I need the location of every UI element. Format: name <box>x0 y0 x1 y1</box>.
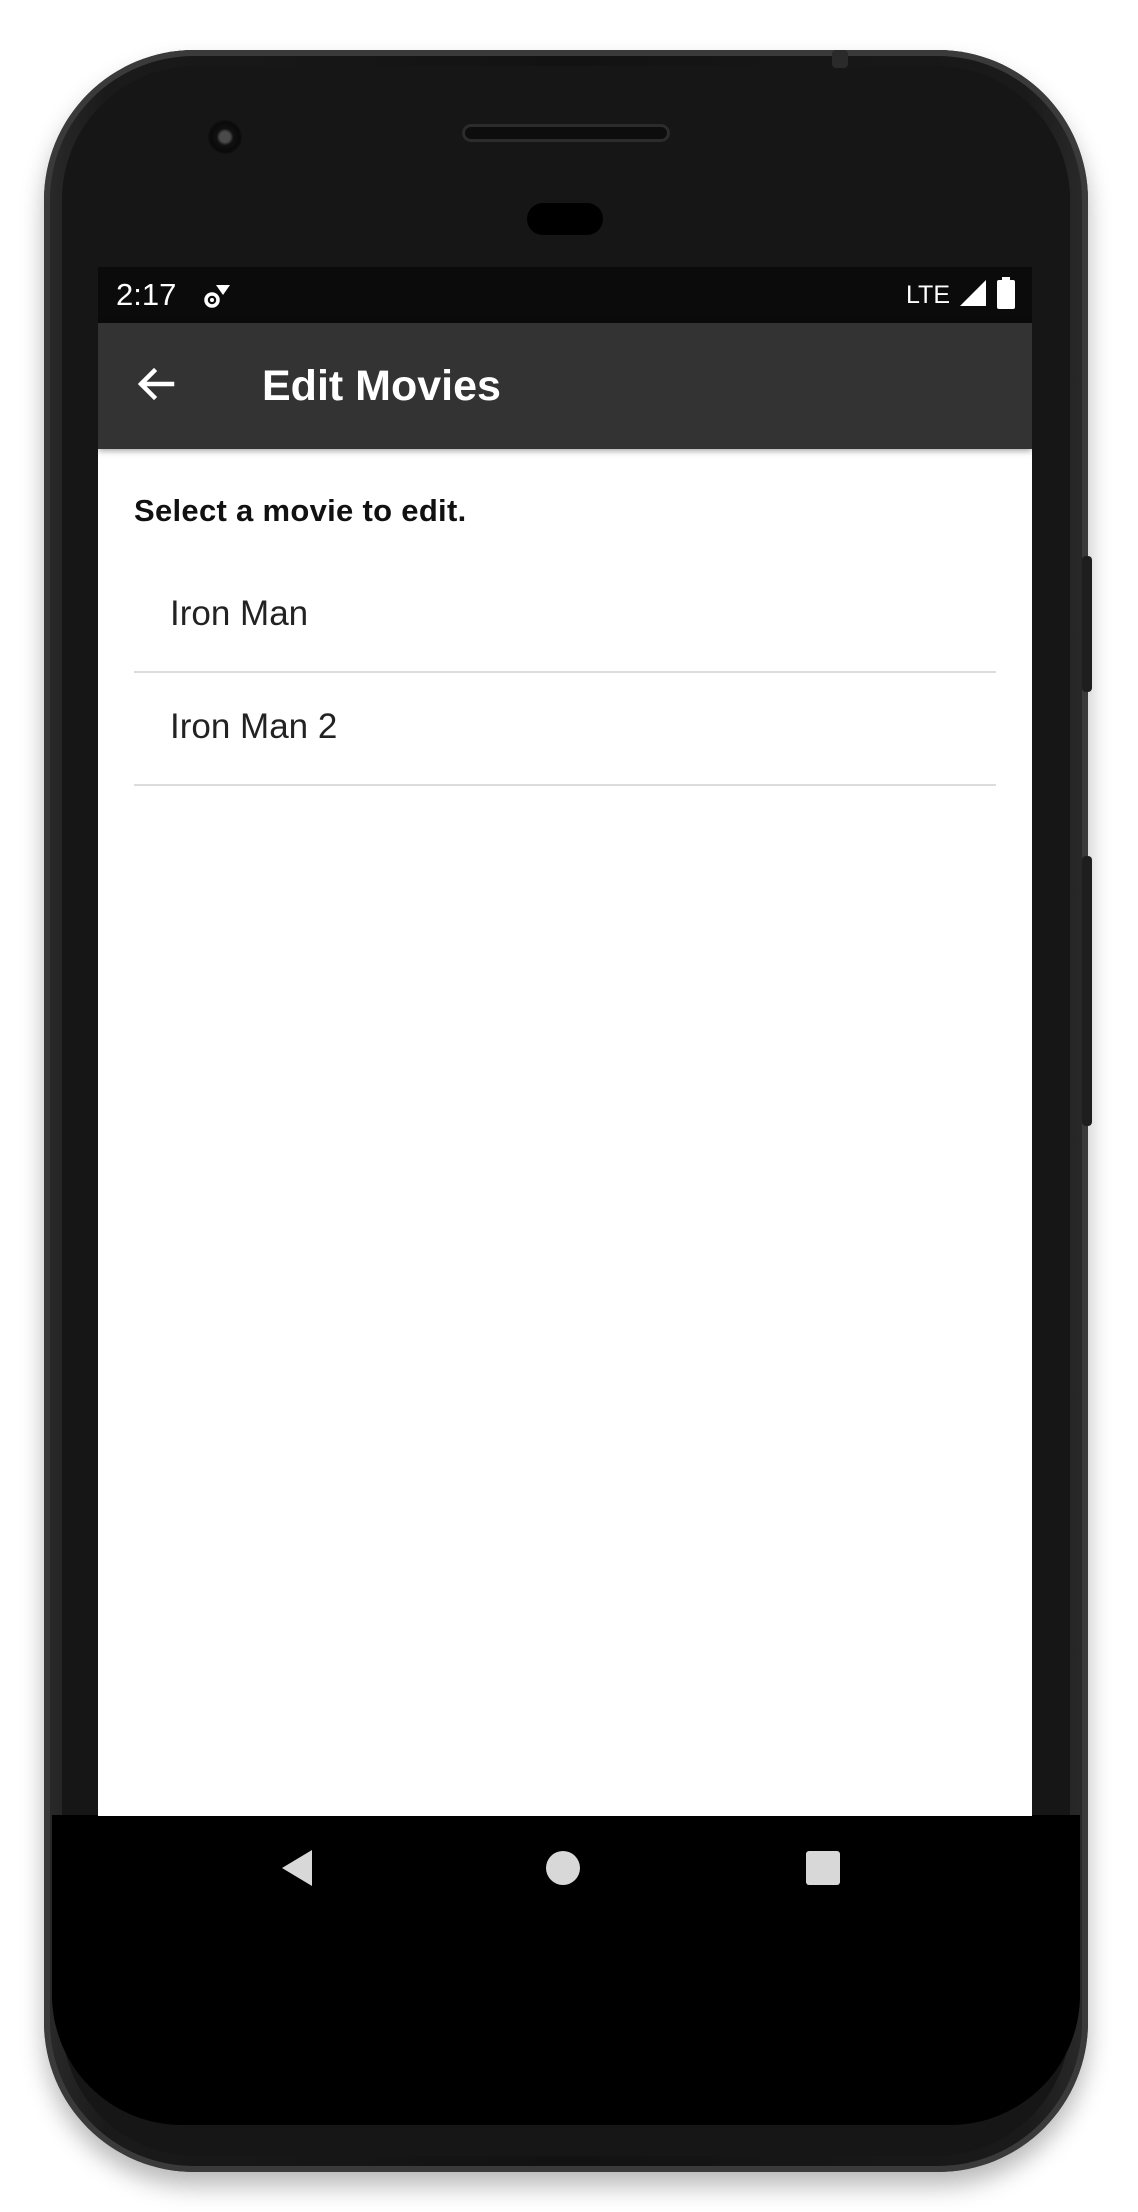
nav-recents-button[interactable] <box>795 1842 851 1898</box>
screen: 2:17 LTE Edit Movies Select a movie to e… <box>98 267 1032 1816</box>
status-bar: 2:17 LTE <box>98 267 1032 323</box>
power-button <box>1082 556 1092 692</box>
movie-title: Iron Man 2 <box>170 707 338 746</box>
circle-home-icon <box>543 1848 583 1893</box>
earpiece-speaker <box>462 124 670 142</box>
movie-list-item[interactable]: Iron Man 2 <box>134 673 996 786</box>
square-recents-icon <box>803 1848 843 1893</box>
navigation-bar <box>98 1816 1032 1924</box>
network-type: LTE <box>906 280 950 309</box>
arrow-left-icon <box>134 362 178 411</box>
movie-list: Iron Man Iron Man 2 <box>134 560 996 786</box>
back-button[interactable] <box>126 356 186 416</box>
proximity-sensor <box>527 203 603 235</box>
instruction-text: Select a movie to edit. <box>134 493 467 528</box>
movie-title: Iron Man <box>170 594 309 633</box>
settings-notification-icon <box>202 281 232 311</box>
nav-home-button[interactable] <box>535 1842 591 1898</box>
triangle-back-icon <box>278 1848 318 1893</box>
volume-button <box>1082 856 1092 1126</box>
front-camera <box>208 120 242 154</box>
page-title: Edit Movies <box>262 362 501 410</box>
signal-icon <box>958 278 988 313</box>
app-bar: Edit Movies <box>98 323 1032 449</box>
movie-list-item[interactable]: Iron Man <box>134 560 996 673</box>
status-indicators: LTE <box>906 275 1016 315</box>
top-button <box>832 50 848 68</box>
nav-back-button[interactable] <box>270 1842 326 1898</box>
status-time: 2:17 <box>116 277 177 312</box>
battery-icon <box>996 276 1016 314</box>
